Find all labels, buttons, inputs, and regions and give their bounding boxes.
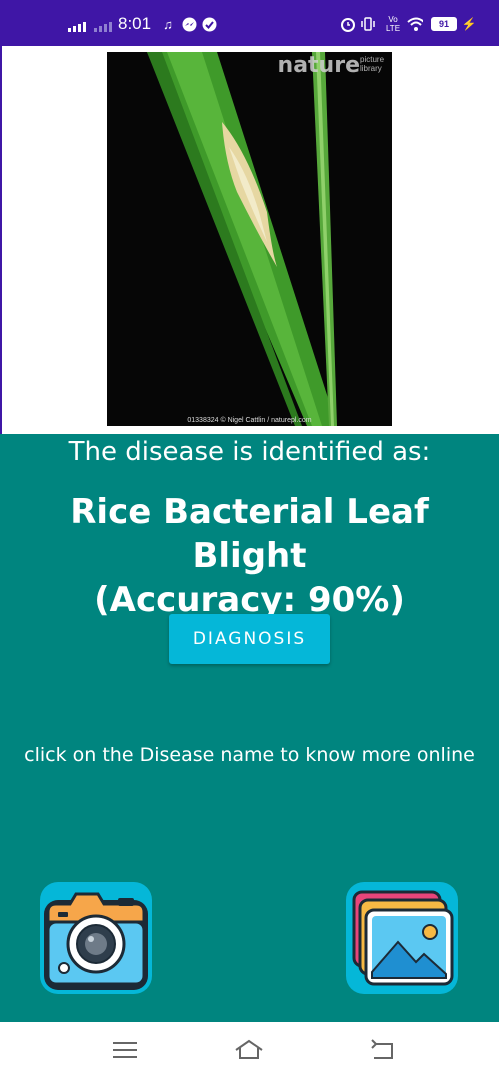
hint-text: click on the Disease name to know more o… bbox=[24, 744, 475, 766]
alarm-icon bbox=[340, 16, 356, 32]
battery-indicator: 91 bbox=[431, 17, 457, 31]
wifi-icon bbox=[407, 16, 423, 32]
disease-name-link[interactable]: Rice Bacterial Leaf Blight (Accuracy: 90… bbox=[20, 490, 479, 622]
charging-icon: ⚡ bbox=[461, 17, 477, 31]
photo-caption: 01338324 © Nigel Cattlin / naturepl.com bbox=[187, 417, 312, 424]
disease-name: Rice Bacterial Leaf Blight bbox=[70, 492, 429, 576]
messenger-icon bbox=[181, 16, 197, 32]
leaf-photo: nature picture library 01338324 © Nigel … bbox=[107, 52, 392, 426]
home-icon[interactable] bbox=[233, 1036, 265, 1064]
watermark-sub: picture library bbox=[360, 55, 385, 73]
check-icon bbox=[201, 16, 217, 32]
status-time: 8:01 bbox=[118, 14, 152, 33]
result-subtitle: The disease is identified as: bbox=[68, 437, 431, 467]
signal-2-icon bbox=[94, 22, 112, 32]
vibrate-icon bbox=[360, 16, 376, 32]
camera-icon bbox=[44, 892, 148, 990]
camera-button[interactable] bbox=[40, 882, 152, 994]
volte-icon: Vo LTE bbox=[385, 15, 401, 33]
back-icon[interactable] bbox=[366, 1036, 398, 1064]
leaf-illustration bbox=[107, 52, 392, 426]
gallery-button[interactable] bbox=[346, 882, 458, 994]
diagnosis-button[interactable]: DIAGNOSIS bbox=[169, 614, 330, 664]
music-icon: ♫ bbox=[163, 16, 173, 32]
menu-icon[interactable] bbox=[109, 1036, 141, 1064]
signal-icon bbox=[68, 22, 86, 32]
gallery-icon bbox=[352, 890, 454, 986]
status-bar: 8:01 ♫ Vo LTE 91 ⚡ bbox=[0, 0, 499, 46]
watermark-brand: nature bbox=[277, 53, 360, 78]
